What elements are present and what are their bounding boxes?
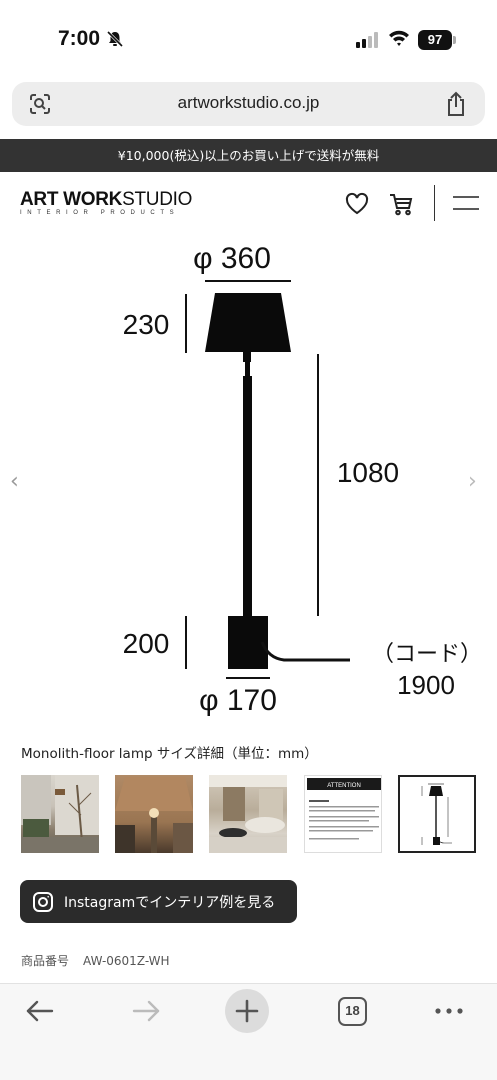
bell-muted-icon — [106, 30, 124, 52]
more-options-icon[interactable] — [433, 998, 465, 1028]
share-icon[interactable] — [445, 91, 467, 121]
thumbnail-interior-1[interactable] — [21, 775, 99, 853]
lamp-dimension-diagram: φ 360 230 1080 200 （コード） 1900 φ 170 — [123, 242, 482, 717]
url-text[interactable]: artworkstudio.co.jp — [12, 93, 485, 113]
cord-label: （コード） — [372, 641, 482, 666]
header-divider — [434, 185, 435, 221]
thumbnail-living-room[interactable] — [209, 775, 287, 853]
cellular-signal-icon — [356, 32, 380, 52]
status-bar: 7:00 97 — [0, 0, 497, 80]
pole-top — [243, 352, 251, 362]
site-logo[interactable]: ART WORKSTUDIO INTERIOR PRODUCTS — [20, 190, 192, 216]
shade-height-label: 230 — [123, 309, 170, 340]
instagram-icon — [32, 891, 54, 917]
cord-length-label: 1900 — [397, 670, 455, 700]
status-time: 7:00 — [58, 27, 101, 50]
base-height-label: 200 — [123, 628, 170, 659]
cart-icon[interactable] — [388, 191, 414, 221]
menu-icon[interactable] — [453, 194, 479, 216]
pole-neck — [245, 362, 250, 376]
free-shipping-banner[interactable]: ¥10,000(税込)以上のお買い上げで送料が無料 — [0, 139, 497, 172]
battery-indicator: 97 — [418, 30, 452, 50]
lamp-shade — [205, 293, 291, 352]
thumbnail-interior-1-photo — [21, 775, 99, 853]
product-sku: 商品番号 AW-0601Z-WH — [21, 952, 184, 969]
logo-bold: ART WORK — [20, 189, 123, 210]
thumbnail-attention-notice-image: ATTENTION — [307, 778, 381, 840]
attention-title: ATTENTION — [327, 783, 361, 789]
instagram-examples-button[interactable]: Instagramでインテリア例を見る — [20, 880, 297, 923]
tab-switcher-button[interactable]: 18 — [338, 997, 367, 1026]
image-caption: Monolith-floor lamp サイズ詳細（単位：mm） — [21, 746, 318, 762]
lamp-cord — [260, 641, 350, 662]
carousel-next-arrow[interactable]: › — [468, 469, 477, 494]
forward-arrow-icon[interactable] — [130, 998, 162, 1028]
thumbnail-attention-notice[interactable]: ATTENTION — [304, 775, 382, 853]
lamp-pole — [243, 376, 252, 616]
site-header: ART WORKSTUDIO INTERIOR PRODUCTS — [0, 172, 497, 232]
carousel-prev-arrow[interactable]: ‹ — [10, 469, 19, 494]
sku-value: AW-0601Z-WH — [83, 954, 170, 968]
logo-light: STUDIO — [122, 189, 193, 210]
thumbnail-dimension-diagram[interactable] — [398, 775, 476, 853]
thumbnail-living-room-photo — [209, 775, 287, 853]
browser-toolbar: 18 — [0, 983, 497, 1080]
thumbnail-dimension-diagram-image — [421, 783, 452, 845]
plus-icon — [235, 999, 259, 1023]
thumbnail-lamp-closeup-photo — [115, 777, 193, 853]
product-image-carousel[interactable]: φ 360 230 1080 200 （コード） 1900 φ 170 — [0, 232, 497, 732]
base-diameter-label: φ 170 — [199, 684, 277, 717]
instagram-button-label: Instagramでインテリア例を見る — [64, 895, 276, 911]
address-bar[interactable]: artworkstudio.co.jp — [12, 82, 485, 126]
thumbnail-lamp-closeup[interactable] — [115, 775, 193, 853]
battery-tip — [453, 36, 456, 44]
sku-label: 商品番号 — [21, 954, 70, 968]
new-tab-button[interactable] — [225, 989, 269, 1033]
back-arrow-icon[interactable] — [24, 998, 56, 1028]
logo-tagline: INTERIOR PRODUCTS — [20, 210, 180, 216]
logo-wordmark: ART WORKSTUDIO — [20, 190, 192, 209]
shade-diameter-label: φ 360 — [193, 242, 271, 275]
heart-icon[interactable] — [344, 192, 370, 220]
pole-height-label: 1080 — [337, 457, 399, 488]
wifi-icon — [388, 29, 410, 51]
